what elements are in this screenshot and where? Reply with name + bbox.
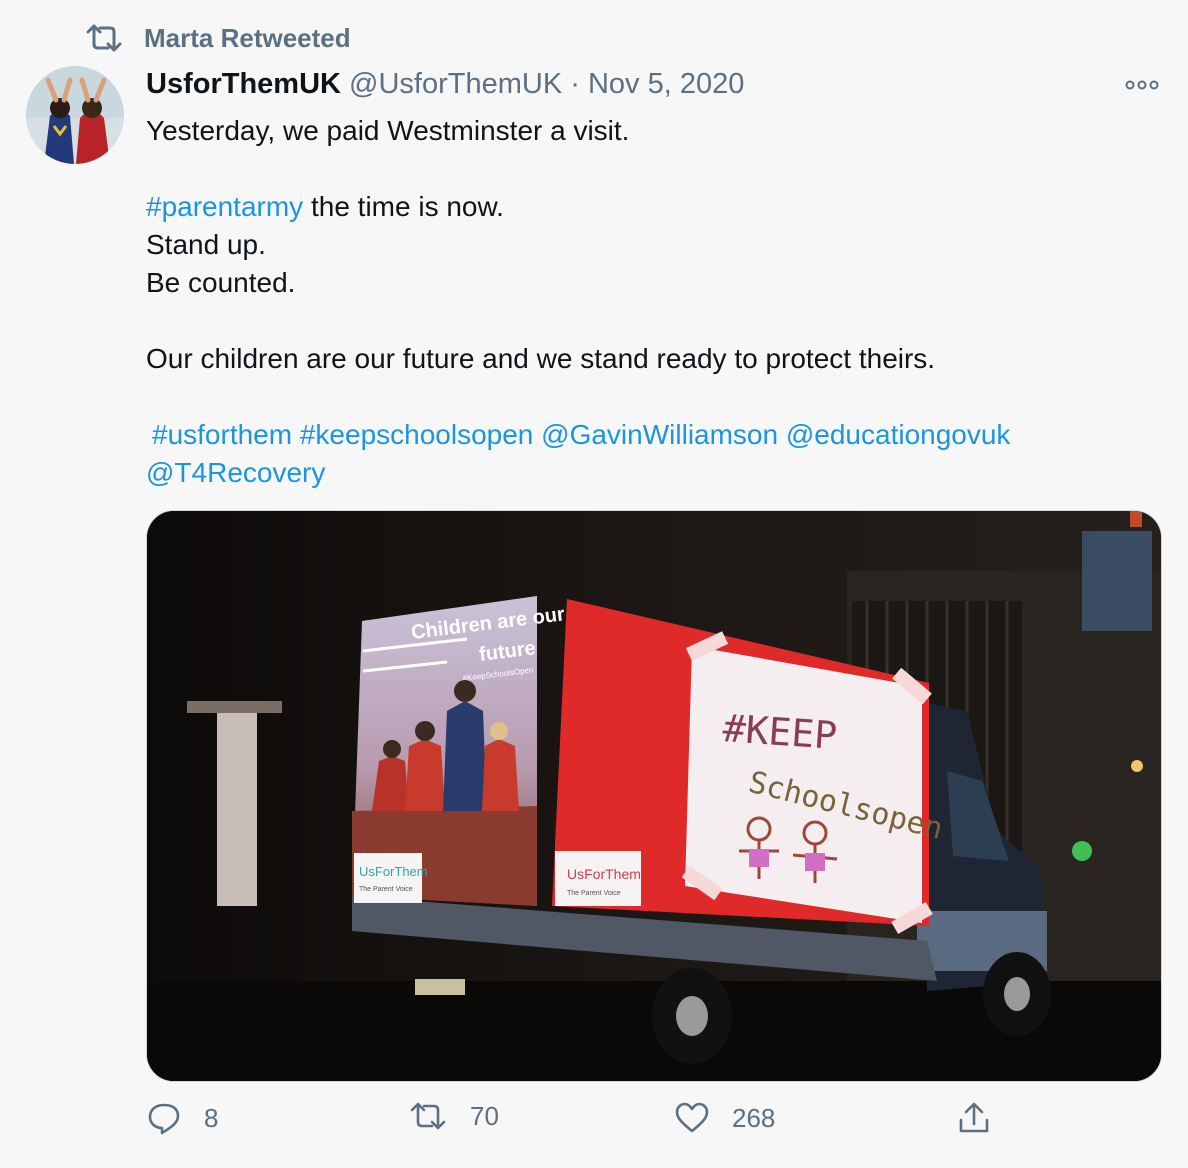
tweet-date[interactable]: Nov 5, 2020 [588,68,744,100]
reply-count: 8 [204,1102,219,1133]
like-button[interactable]: 268 [674,1100,775,1136]
tweet-line: Our children are our future and we stand… [146,343,936,374]
tweet-line: Be counted. [146,267,296,298]
hashtag-usforthem[interactable]: #usforthem [152,419,292,450]
retweet-icon [410,1102,446,1130]
retweet-count: 70 [470,1100,499,1131]
like-count: 268 [732,1102,776,1133]
tweet-line: Stand up. [146,229,266,260]
retweet-icon [86,24,122,52]
mention-t4recovery[interactable]: @T4Recovery [146,457,325,488]
mention-educationgovuk[interactable]: @educationgovuk [786,419,1011,450]
retweet-context[interactable]: Marta Retweeted [84,22,351,54]
tweet-line: #parentarmy the time is now. [146,188,1156,226]
poster-line-1: #KEEP [721,706,838,758]
share-button[interactable] [956,1100,992,1136]
hashtag-parentarmy[interactable]: #parentarmy [146,191,303,222]
photo-van-billboard: Children are our future #KeepSchoolsOpen… [147,511,1161,1081]
tweet-line: #usforthem #keepschoolsopen @GavinWillia… [146,416,1156,454]
more-options-icon[interactable] [1124,70,1160,100]
avatar[interactable] [26,66,124,164]
tweet-text: Yesterday, we paid Westminster a visit. … [146,112,1156,492]
tweet-line: @T4Recovery [146,454,1156,492]
retweet-button[interactable]: 70 [408,1100,499,1132]
tweet-actions: 8 70 268 [146,1100,1046,1144]
handle[interactable]: @UsforThemUK [349,68,562,100]
logo-left-sub: The Parent Voice [359,886,413,893]
logo-left: UsForThem [359,864,428,879]
retweet-label: Marta Retweeted [144,22,351,53]
share-icon [959,1102,989,1133]
logo-right-sub: The Parent Voice [567,890,621,897]
reply-button[interactable]: 8 [146,1100,218,1136]
display-name[interactable]: UsforThemUK [146,68,341,100]
separator: · [570,68,580,100]
hashtag-keepschoolsopen[interactable]: #keepschoolsopen [300,419,534,450]
tweet-card[interactable]: Marta Retweeted UsforThemUK @UsforThemUK… [0,0,1188,1168]
tweet-line: Yesterday, we paid Westminster a visit. [146,115,630,146]
heart-icon [675,1102,709,1133]
reply-icon [148,1103,180,1135]
tweet-text-fragment: the time is now. [303,191,504,222]
tweet-header: UsforThemUK @UsforThemUK · Nov 5, 2020 [146,68,744,101]
avatar-image [26,66,124,164]
mention-gavinwilliamson[interactable]: @GavinWilliamson [541,419,778,450]
tweet-photo[interactable]: Children are our future #KeepSchoolsOpen… [146,510,1162,1082]
logo-right: UsForThem [567,866,641,882]
